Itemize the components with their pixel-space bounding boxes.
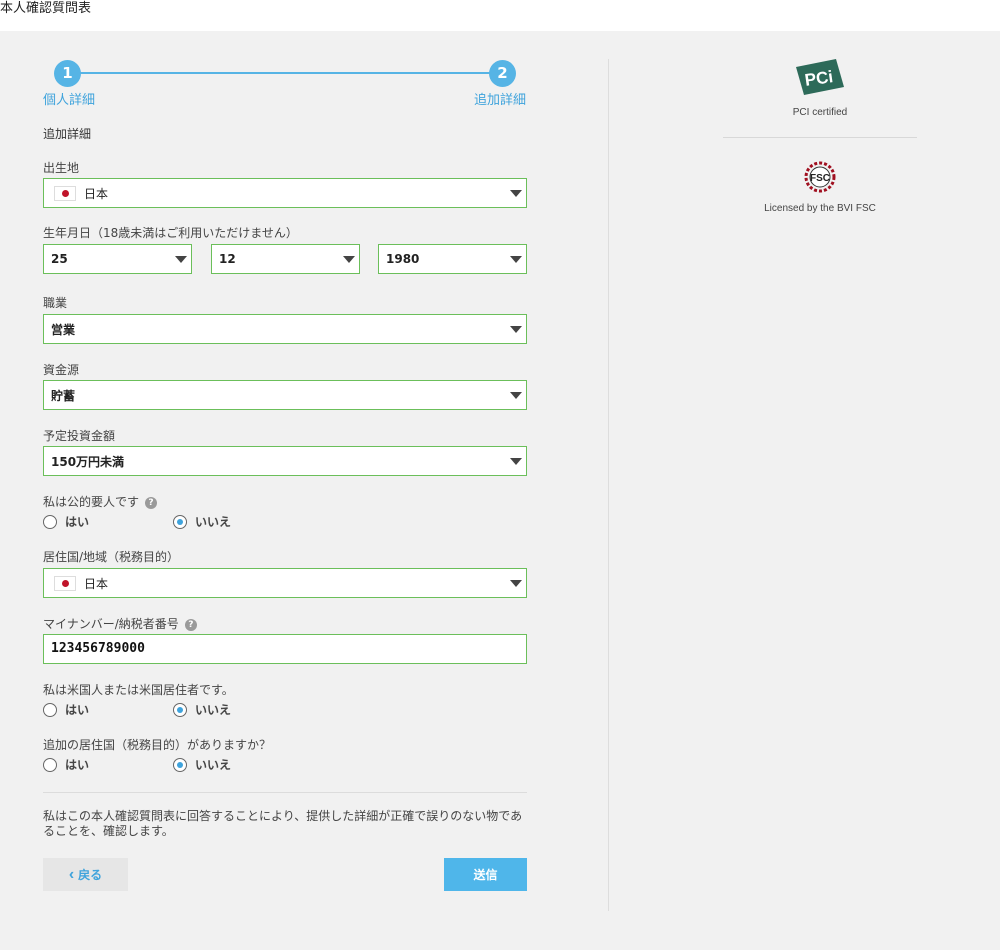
pci-caption: PCI certified	[792, 107, 848, 118]
birthplace-label: 出生地	[43, 161, 80, 175]
column-divider	[608, 59, 609, 911]
birthplace-select[interactable]: 日本	[43, 178, 527, 208]
radio-unchecked-icon	[43, 757, 57, 772]
pep-radio-group: はい いいえ	[43, 513, 343, 529]
caret-down-icon	[175, 256, 187, 263]
occupation-select[interactable]: 営業	[43, 314, 527, 344]
pep-yes-radio[interactable]: はい	[43, 513, 89, 530]
additional-residence-radio-group: はい いいえ	[43, 756, 343, 772]
pci-logo-icon: PCi	[796, 59, 844, 95]
step-2-circle: 2	[489, 60, 516, 87]
planned-investment-label: 予定投資金額	[43, 429, 116, 443]
radio-checked-icon	[173, 757, 187, 772]
dob-label: 生年月日（18歳未満はご利用いただけません）	[43, 226, 298, 240]
caret-down-icon	[510, 392, 522, 399]
tax-residence-label: 居住国/地域（税務目的）	[43, 550, 180, 564]
us-person-radio-group: はい いいえ	[43, 701, 343, 717]
us-person-yes-label: はい	[65, 703, 90, 717]
chevron-left-icon: ‹	[68, 865, 75, 883]
badge-divider	[723, 137, 917, 138]
caret-down-icon	[510, 580, 522, 587]
us-person-no-label: いいえ	[195, 703, 232, 717]
source-of-funds-value: 貯蓄	[51, 388, 76, 403]
help-icon[interactable]: ?	[184, 618, 197, 631]
pep-no-radio[interactable]: いいえ	[173, 513, 231, 530]
planned-investment-value: 150万円未満	[51, 454, 125, 469]
main-content: 1 2 個人詳細 追加詳細 追加詳細 出生地 日本 生年月日（18歳未満はご利用…	[0, 31, 1000, 950]
svg-text:FSC: FSC	[810, 173, 830, 184]
caret-down-icon	[510, 458, 522, 465]
form-divider	[43, 792, 527, 793]
occupation-label: 職業	[43, 296, 68, 310]
confirmation-text: 私はこの本人確認質問表に回答することにより、提供した詳細が正確で誤りのない物であ…	[43, 809, 523, 838]
tax-residence-value: 日本	[84, 576, 109, 591]
fsc-logo-icon: FSC	[804, 161, 836, 193]
pep-label: 私は公的要人です	[43, 495, 140, 509]
step-2-label: 追加詳細	[473, 93, 526, 108]
additional-residence-yes-label: はい	[65, 758, 90, 772]
tax-number-input[interactable]: 123456789000	[43, 634, 527, 664]
step-1-label: 個人詳細	[43, 93, 96, 108]
planned-investment-select[interactable]: 150万円未満	[43, 446, 527, 476]
stepper-line	[67, 72, 503, 74]
japan-flag-icon	[54, 575, 76, 591]
pep-label-row: 私は公的要人です?	[43, 493, 158, 510]
additional-residence-label: 追加の居住国（税務目的）がありますか？	[43, 738, 272, 752]
radio-checked-icon	[173, 514, 187, 529]
dob-year-value: 1980	[386, 252, 420, 266]
progress-stepper: 1 2	[54, 60, 516, 87]
fsc-badge: FSC Licensed by the BVI FSC	[723, 159, 917, 214]
radio-unchecked-icon	[43, 514, 57, 529]
additional-residence-no-label: いいえ	[195, 758, 232, 772]
step-1-circle: 1	[54, 60, 81, 87]
caret-down-icon	[343, 256, 355, 263]
source-of-funds-label: 資金源	[43, 363, 80, 377]
page-title: 本人確認質問表	[0, 0, 1000, 31]
pep-yes-label: はい	[65, 515, 90, 529]
help-icon[interactable]: ?	[145, 496, 158, 509]
radio-checked-icon	[173, 702, 187, 717]
us-person-label: 私は米国人または米国居住者です。	[43, 683, 234, 697]
caret-down-icon	[510, 326, 522, 333]
caret-down-icon	[510, 190, 522, 197]
radio-unchecked-icon	[43, 702, 57, 717]
tax-number-label-row: マイナンバー/納税者番号?	[43, 615, 197, 632]
dob-month-select[interactable]: 12	[211, 244, 360, 274]
section-title: 追加詳細	[43, 127, 92, 141]
svg-text:PCi: PCi	[804, 67, 835, 90]
dob-day-value: 25	[51, 252, 68, 266]
dob-month-value: 12	[219, 252, 236, 266]
dob-day-select[interactable]: 25	[43, 244, 192, 274]
back-button[interactable]: ‹ 戻る	[43, 858, 128, 891]
tax-residence-select[interactable]: 日本	[43, 568, 527, 598]
pep-no-label: いいえ	[195, 515, 232, 529]
additional-residence-yes-radio[interactable]: はい	[43, 756, 89, 773]
additional-residence-no-radio[interactable]: いいえ	[173, 756, 231, 773]
source-of-funds-select[interactable]: 貯蓄	[43, 380, 527, 410]
submit-button[interactable]: 送信	[444, 858, 527, 891]
fsc-caption: Licensed by the BVI FSC	[764, 203, 876, 214]
us-person-yes-radio[interactable]: はい	[43, 701, 89, 718]
pci-badge: PCi PCI certified	[723, 57, 917, 118]
tax-number-label: マイナンバー/納税者番号	[43, 617, 179, 631]
caret-down-icon	[510, 256, 522, 263]
birthplace-value: 日本	[84, 186, 109, 201]
us-person-no-radio[interactable]: いいえ	[173, 701, 231, 718]
back-button-label: 戻る	[78, 868, 103, 882]
japan-flag-icon	[54, 185, 76, 201]
dob-year-select[interactable]: 1980	[378, 244, 527, 274]
occupation-value: 営業	[51, 322, 76, 337]
